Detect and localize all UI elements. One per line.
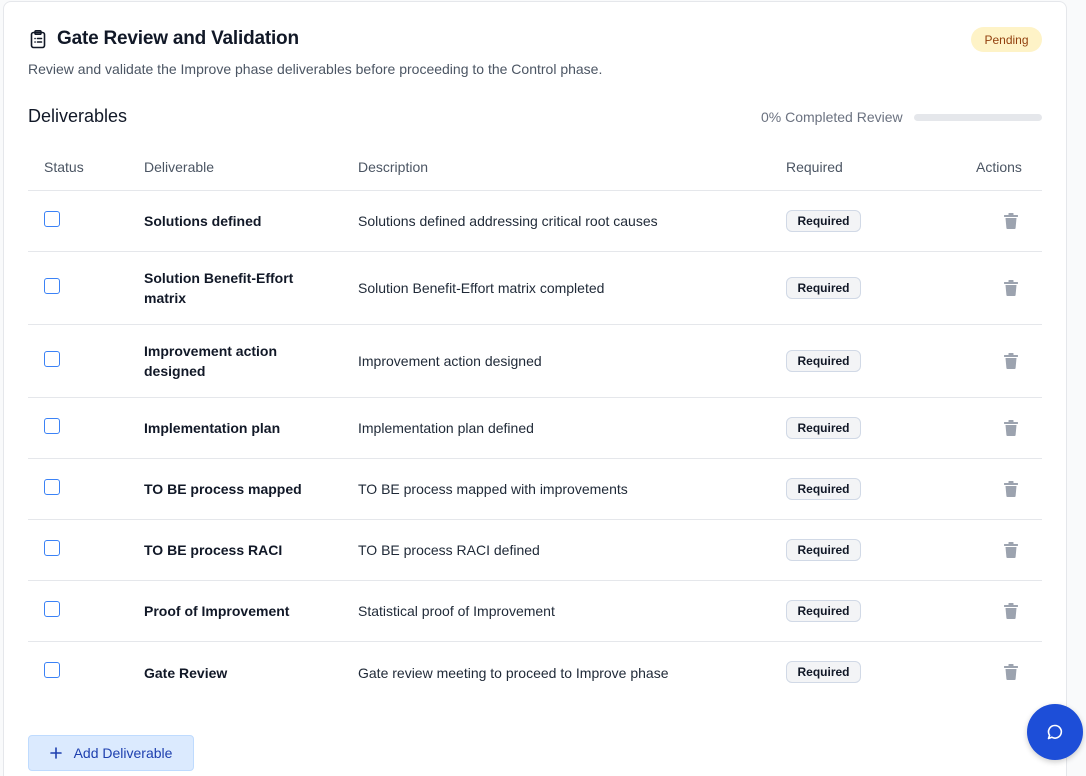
deliverables-heading: Deliverables bbox=[28, 106, 128, 126]
deliverable-description: Implementation plan defined bbox=[358, 420, 534, 436]
status-checkbox[interactable] bbox=[44, 479, 60, 495]
table-row: Proof of Improvement Statistical proof o… bbox=[28, 581, 1042, 642]
deliverable-name: Solution Benefit-Effort matrix bbox=[144, 270, 294, 306]
status-checkbox[interactable] bbox=[44, 540, 60, 556]
trash-icon[interactable] bbox=[1004, 664, 1018, 680]
required-badge: Required bbox=[786, 539, 861, 561]
add-deliverable-label: Add Deliverable bbox=[73, 745, 173, 761]
plus-icon bbox=[49, 747, 62, 759]
page-subtitle: Review and validate the Improve phase de… bbox=[28, 61, 603, 77]
chat-bubble-icon bbox=[1046, 723, 1064, 741]
deliverable-description: Solution Benefit-Effort matrix completed bbox=[358, 280, 605, 296]
table-row: TO BE process mapped TO BE process mappe… bbox=[28, 459, 1042, 520]
required-badge: Required bbox=[786, 350, 861, 372]
add-deliverable-button[interactable]: Add Deliverable bbox=[28, 735, 194, 771]
table-header: Status Deliverable Description Required … bbox=[28, 144, 1042, 191]
deliverable-description: TO BE process mapped with improvements bbox=[358, 481, 628, 497]
status-checkbox[interactable] bbox=[44, 211, 60, 227]
deliverables-table: Status Deliverable Description Required … bbox=[28, 144, 1042, 703]
trash-icon[interactable] bbox=[1004, 213, 1018, 229]
column-header-status: Status bbox=[44, 159, 84, 175]
deliverable-description: Statistical proof of Improvement bbox=[358, 603, 555, 619]
trash-icon[interactable] bbox=[1004, 420, 1018, 436]
deliverable-description: TO BE process RACI defined bbox=[358, 542, 540, 558]
deliverable-description: Improvement action designed bbox=[358, 353, 542, 369]
trash-icon[interactable] bbox=[1004, 353, 1018, 369]
required-badge: Required bbox=[786, 277, 861, 299]
clipboard-list-icon bbox=[28, 29, 48, 49]
table-row: Gate Review Gate review meeting to proce… bbox=[28, 642, 1042, 703]
table-row: Solutions defined Solutions defined addr… bbox=[28, 191, 1042, 252]
column-header-deliverable: Deliverable bbox=[144, 159, 215, 175]
trash-icon[interactable] bbox=[1004, 603, 1018, 619]
deliverable-name: TO BE process RACI bbox=[144, 542, 283, 558]
required-badge: Required bbox=[786, 600, 861, 622]
status-badge: Pending bbox=[971, 27, 1042, 52]
required-badge: Required bbox=[786, 210, 861, 232]
table-row: Solution Benefit-Effort matrix Solution … bbox=[28, 252, 1042, 325]
status-checkbox[interactable] bbox=[44, 601, 60, 617]
status-checkbox[interactable] bbox=[44, 278, 60, 294]
deliverable-description: Solutions defined addressing critical ro… bbox=[358, 213, 658, 229]
column-header-actions: Actions bbox=[976, 159, 1022, 175]
column-header-required: Required bbox=[786, 159, 843, 175]
deliverable-name: Solutions defined bbox=[144, 213, 262, 229]
required-badge: Required bbox=[786, 417, 861, 439]
deliverable-name: Implementation plan bbox=[144, 420, 281, 436]
deliverable-name: Proof of Improvement bbox=[144, 603, 290, 619]
chat-button[interactable] bbox=[1027, 704, 1083, 760]
deliverable-name: Improvement action designed bbox=[144, 343, 278, 379]
table-row: TO BE process RACI TO BE process RACI de… bbox=[28, 520, 1042, 581]
column-header-description: Description bbox=[358, 159, 429, 175]
table-row: Implementation plan Implementation plan … bbox=[28, 398, 1042, 459]
trash-icon[interactable] bbox=[1004, 280, 1018, 296]
deliverable-name: Gate Review bbox=[144, 664, 228, 681]
page-title: Gate Review and Validation bbox=[57, 28, 299, 49]
review-progress-bar bbox=[914, 114, 1042, 121]
required-badge: Required bbox=[786, 661, 861, 683]
status-checkbox[interactable] bbox=[44, 662, 60, 678]
table-row: Improvement action designed Improvement … bbox=[28, 325, 1042, 398]
status-checkbox[interactable] bbox=[44, 418, 60, 434]
deliverable-description: Gate review meeting to proceed to Improv… bbox=[358, 664, 669, 681]
card-header: Gate Review and Validation bbox=[28, 28, 299, 50]
trash-icon[interactable] bbox=[1004, 542, 1018, 558]
status-checkbox[interactable] bbox=[44, 351, 60, 367]
trash-icon[interactable] bbox=[1004, 481, 1018, 497]
deliverable-name: TO BE process mapped bbox=[144, 481, 302, 497]
progress-label: 0% Completed Review bbox=[761, 109, 903, 125]
required-badge: Required bbox=[786, 478, 861, 500]
